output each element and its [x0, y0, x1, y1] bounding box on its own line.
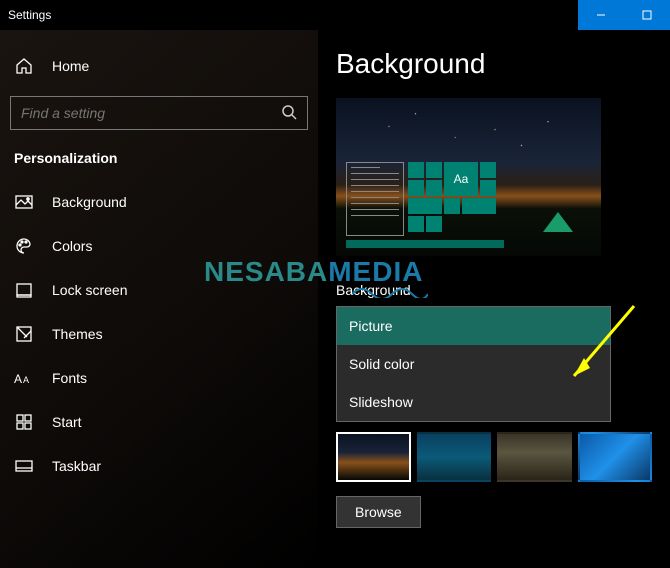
nav-label: Background	[52, 194, 127, 210]
option-label: Slideshow	[349, 394, 413, 410]
page-title: Background	[336, 48, 652, 80]
background-preview: Aa	[336, 98, 601, 256]
lockscreen-icon	[14, 280, 34, 300]
dropdown-option-solid-color[interactable]: Solid color	[337, 345, 610, 383]
maximize-icon	[642, 10, 652, 20]
option-label: Solid color	[349, 356, 414, 372]
taskbar-icon	[14, 456, 34, 476]
title-bar: Settings	[0, 0, 670, 30]
minimize-button[interactable]	[578, 0, 624, 30]
window-controls	[578, 0, 670, 30]
search-box[interactable]	[10, 96, 308, 130]
section-header: Personalization	[0, 144, 318, 180]
nav-label: Colors	[52, 238, 92, 254]
fonts-icon: AA	[14, 368, 34, 388]
nav-start[interactable]: Start	[0, 400, 318, 444]
thumbnail-2[interactable]	[417, 432, 492, 482]
minimize-icon	[596, 10, 606, 20]
picture-icon	[14, 192, 34, 212]
nav-themes[interactable]: Themes	[0, 312, 318, 356]
nav-home[interactable]: Home	[0, 44, 318, 88]
preview-tile-aa: Aa	[444, 162, 478, 196]
dropdown-option-slideshow[interactable]: Slideshow	[337, 383, 610, 421]
nav-label: Taskbar	[52, 458, 101, 474]
maximize-button[interactable]	[624, 0, 670, 30]
thumbnail-4[interactable]	[578, 432, 653, 482]
nav-label: Fonts	[52, 370, 87, 386]
themes-icon	[14, 324, 34, 344]
nav-background[interactable]: Background	[0, 180, 318, 224]
search-input[interactable]	[21, 105, 281, 121]
nav-label: Lock screen	[52, 282, 127, 298]
nav-lockscreen[interactable]: Lock screen	[0, 268, 318, 312]
background-dropdown[interactable]: Picture Solid color Slideshow	[336, 306, 611, 422]
svg-text:A: A	[14, 372, 22, 386]
dropdown-option-picture[interactable]: Picture	[337, 307, 610, 345]
background-field-label: Background	[336, 282, 652, 298]
nav-label: Themes	[52, 326, 103, 342]
nav-colors[interactable]: Colors	[0, 224, 318, 268]
option-label: Picture	[349, 318, 393, 334]
nav-label: Start	[52, 414, 82, 430]
main-content: Background Aa	[318, 30, 670, 568]
palette-icon	[14, 236, 34, 256]
recent-images	[336, 432, 652, 482]
start-icon	[14, 412, 34, 432]
window-title: Settings	[8, 8, 51, 22]
browse-button[interactable]: Browse	[336, 496, 421, 528]
thumbnail-1[interactable]	[336, 432, 411, 482]
nav-taskbar[interactable]: Taskbar	[0, 444, 318, 488]
sidebar: Home Personalization Background Colors	[0, 30, 318, 568]
nav-fonts[interactable]: AA Fonts	[0, 356, 318, 400]
search-icon	[281, 104, 299, 122]
svg-text:A: A	[23, 375, 29, 385]
nav-home-label: Home	[52, 58, 89, 74]
home-icon	[14, 56, 34, 76]
thumbnail-3[interactable]	[497, 432, 572, 482]
